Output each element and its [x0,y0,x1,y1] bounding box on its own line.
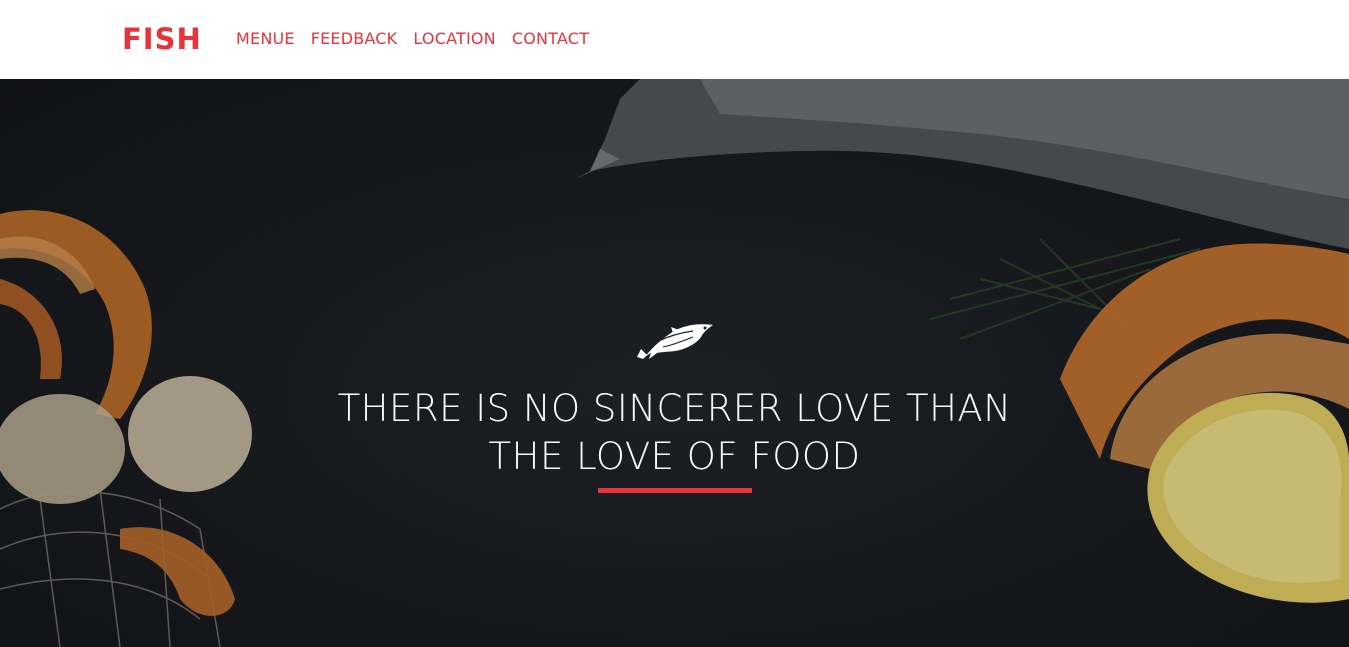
nav-link-menue[interactable]: MENUE [236,28,295,50]
hero-content: THERE IS NO SINCERER LOVE THAN THE LOVE … [0,79,1349,647]
hero-headline-line1: THERE IS NO SINCERER LOVE THAN [337,387,1012,430]
main-nav: MENUE FEEDBACK LOCATION CONTACT [236,28,605,50]
navbar: FISH MENUE FEEDBACK LOCATION CONTACT [0,0,1349,79]
headline-underline [598,488,752,493]
fish-icon [637,324,713,359]
hero-headline: THERE IS NO SINCERER LOVE THAN THE LOVE … [200,385,1149,481]
nav-link-contact[interactable]: CONTACT [512,28,589,50]
nav-link-feedback[interactable]: FEEDBACK [311,28,398,50]
hero-headline-line2: THE LOVE OF FOOD [488,435,861,478]
logo[interactable]: FISH [122,22,202,56]
nav-link-location[interactable]: LOCATION [413,28,495,50]
hero-section: THERE IS NO SINCERER LOVE THAN THE LOVE … [0,79,1349,647]
